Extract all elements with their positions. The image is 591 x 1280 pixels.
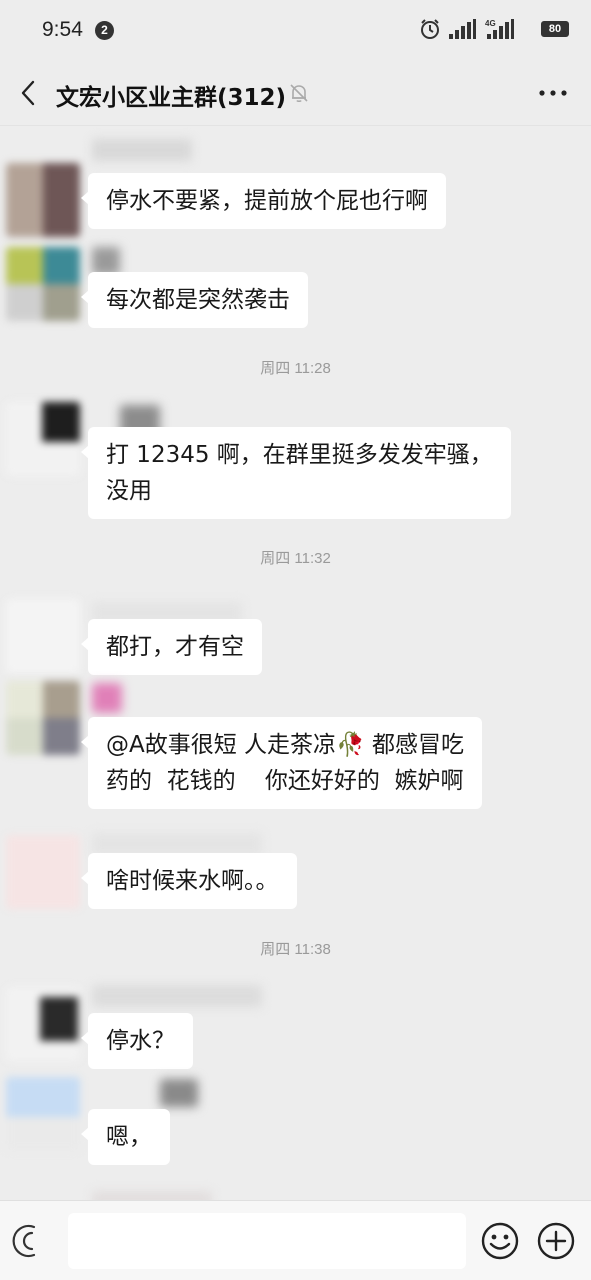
avatar[interactable] xyxy=(6,163,80,237)
message-bubble[interactable]: 停水不要紧，提前放个屁也行啊 xyxy=(81,173,446,229)
avatar[interactable] xyxy=(6,1077,80,1151)
emoji-icon[interactable] xyxy=(480,1221,520,1261)
status-time: 9:54 xyxy=(42,18,83,41)
message-bubble[interactable]: 都打，才有空 xyxy=(81,619,262,675)
message-input[interactable] xyxy=(68,1213,466,1269)
sender-name xyxy=(92,833,262,855)
message-bubble[interactable]: 嗯， xyxy=(81,1109,170,1165)
message-bubble[interactable]: 每次都是突然袭击 xyxy=(81,272,308,328)
battery-icon: 80 xyxy=(541,21,569,37)
status-bar: 9:54 2 4G 80 xyxy=(0,0,591,60)
avatar[interactable] xyxy=(6,681,80,755)
status-icons: 4G 80 xyxy=(419,18,569,42)
alarm-icon xyxy=(421,19,439,39)
signal-4g-icon: 4G xyxy=(485,19,514,39)
sender-name xyxy=(92,1191,212,1200)
sender-name xyxy=(160,1079,198,1107)
avatar[interactable] xyxy=(6,987,80,1061)
sender-name xyxy=(92,247,120,275)
signal-icon xyxy=(449,19,476,39)
notification-badge: 2 xyxy=(95,21,114,40)
message-bubble[interactable]: @A故事很短 人走茶凉🥀 都感冒吃 药的 花钱的 你还好好的 嫉妒啊 xyxy=(81,717,482,809)
avatar[interactable] xyxy=(6,599,80,673)
message-timestamp: 周四 11:38 xyxy=(260,941,331,958)
sender-name xyxy=(92,985,262,1007)
message-timestamp: 周四 11:32 xyxy=(260,550,331,567)
message-bubble[interactable]: 打 12345 啊，在群里挺多发发牢骚， 没用 xyxy=(81,427,511,519)
mute-bell-icon xyxy=(290,84,308,103)
message-bubble[interactable]: 啥时候来水啊。。 xyxy=(81,853,297,909)
sender-name xyxy=(92,139,192,161)
sender-name xyxy=(92,683,122,713)
message-bubble[interactable]: 停水？ xyxy=(81,1013,193,1069)
back-arrow-icon[interactable] xyxy=(14,78,44,108)
chat-title: 文宏小区业主群(312) xyxy=(56,85,287,111)
input-bar xyxy=(0,1200,591,1280)
svg-text:4G: 4G xyxy=(485,19,496,28)
more-dots-icon[interactable] xyxy=(537,81,569,105)
avatar[interactable] xyxy=(6,835,80,909)
voice-icon[interactable] xyxy=(10,1221,50,1261)
avatar[interactable] xyxy=(6,247,80,321)
chat-header: 文宏小区业主群(312) xyxy=(0,60,591,126)
avatar[interactable] xyxy=(6,402,80,476)
message-list[interactable]: 停水不要紧，提前放个屁也行啊 每次都是突然袭击 周四 11:28 打 12345… xyxy=(0,127,591,1200)
message-timestamp: 周四 11:28 xyxy=(260,360,331,377)
plus-icon[interactable] xyxy=(536,1221,576,1261)
